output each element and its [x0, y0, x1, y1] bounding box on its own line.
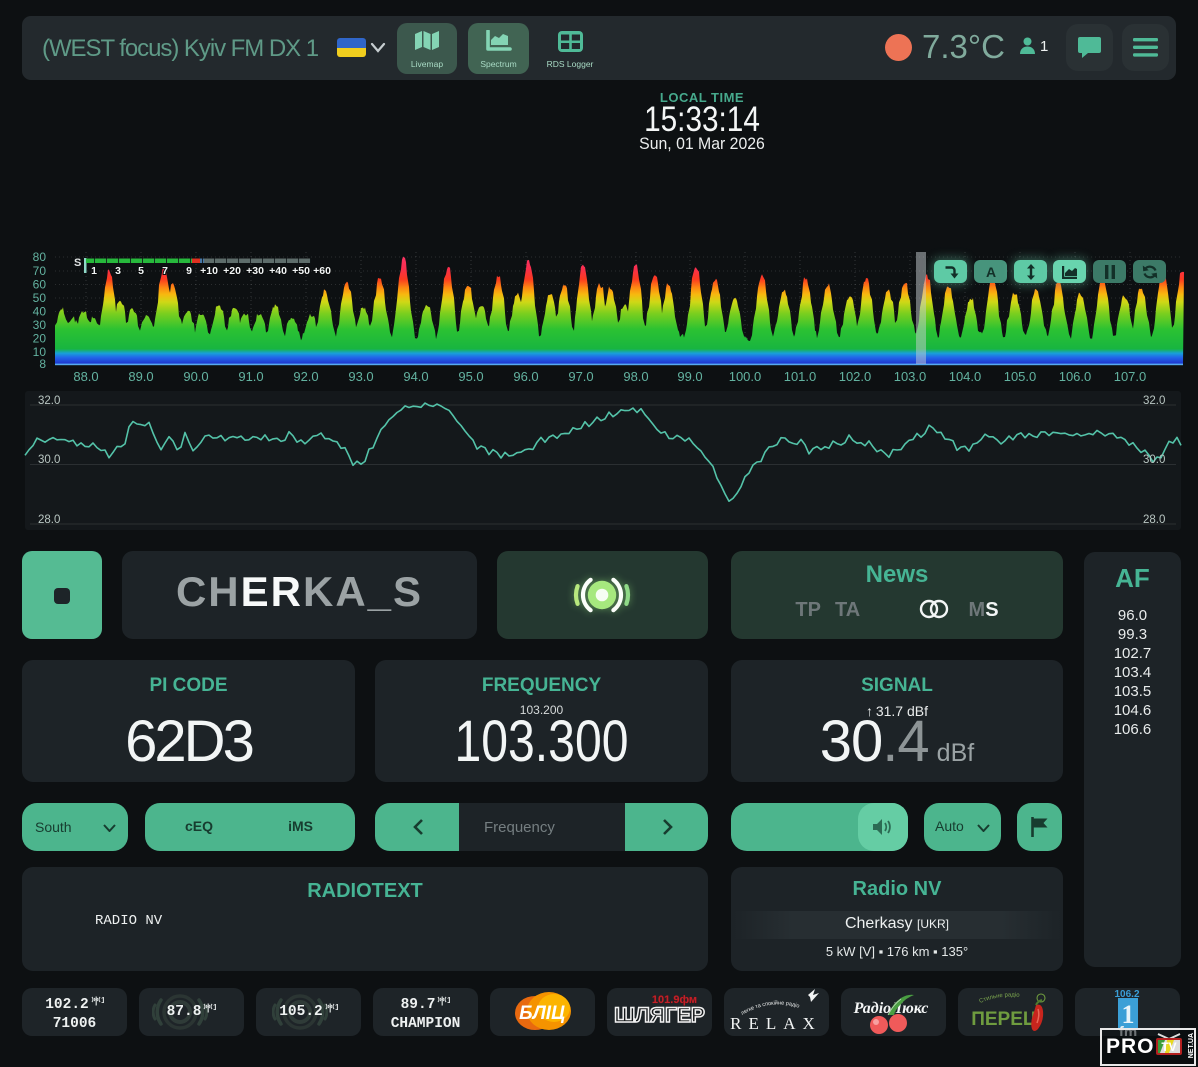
svg-text:103.0: 103.0 [894, 369, 927, 384]
svg-text:+20: +20 [223, 265, 241, 277]
svg-text:100.0: 100.0 [729, 369, 762, 384]
svg-text:50: 50 [33, 291, 47, 305]
svg-text:88.0: 88.0 [73, 369, 98, 384]
svg-text:RELAX: RELAX [730, 1014, 822, 1033]
svg-text:+50: +50 [292, 265, 310, 277]
svg-text:S: S [74, 257, 81, 269]
svg-text:1: 1 [91, 265, 97, 277]
svg-text:94.0: 94.0 [403, 369, 428, 384]
svg-text:40: 40 [33, 305, 47, 319]
svg-text:5: 5 [138, 265, 144, 277]
svg-text:97.0: 97.0 [568, 369, 593, 384]
svg-text:70: 70 [33, 264, 47, 278]
svg-text:Стильне радіо: Стильне радіо [979, 992, 1021, 1004]
svg-text:30: 30 [33, 318, 47, 332]
svg-text:БЛІЦ: БЛІЦ [519, 1003, 565, 1024]
svg-text:107.0: 107.0 [1114, 369, 1147, 384]
svg-text:101.0: 101.0 [784, 369, 817, 384]
svg-text:+40: +40 [269, 265, 287, 277]
svg-text:+60: +60 [313, 265, 331, 277]
svg-text:1: 1 [101, 996, 104, 1005]
svg-text:91.0: 91.0 [238, 369, 263, 384]
svg-text:60: 60 [33, 278, 47, 292]
svg-text:80: 80 [33, 250, 47, 264]
svg-text:98.0: 98.0 [623, 369, 648, 384]
svg-text:+30: +30 [246, 265, 264, 277]
svg-text:1: 1 [213, 1003, 216, 1012]
svg-text:93.0: 93.0 [348, 369, 373, 384]
svg-text:1: 1 [335, 1003, 338, 1012]
svg-text:89.0: 89.0 [128, 369, 153, 384]
svg-text:7: 7 [162, 265, 168, 277]
svg-text:92.0: 92.0 [293, 369, 318, 384]
svg-text:1: 1 [447, 996, 450, 1005]
svg-text:TV: TV [1161, 1040, 1176, 1054]
svg-text:+10: +10 [200, 265, 218, 277]
svg-text:ПЕРЕЦ: ПЕРЕЦ [971, 1009, 1037, 1030]
svg-text:102.0: 102.0 [839, 369, 872, 384]
svg-text:96.0: 96.0 [513, 369, 538, 384]
svg-text:32.0: 32.0 [1143, 395, 1165, 407]
svg-text:A: A [985, 265, 995, 279]
svg-text:106.0: 106.0 [1059, 369, 1092, 384]
svg-text:104.0: 104.0 [949, 369, 982, 384]
svg-text:3: 3 [115, 265, 121, 277]
svg-text:105.0: 105.0 [1004, 369, 1037, 384]
svg-text:28.0: 28.0 [38, 514, 60, 526]
svg-text:99.0: 99.0 [677, 369, 702, 384]
svg-text:28.0: 28.0 [1143, 514, 1165, 526]
svg-text:9: 9 [186, 265, 192, 277]
svg-text:30.0: 30.0 [38, 454, 60, 466]
svg-text:20: 20 [33, 332, 47, 346]
svg-text:8: 8 [39, 357, 46, 371]
svg-text:30.0: 30.0 [1143, 454, 1165, 466]
svg-text:32.0: 32.0 [38, 395, 60, 407]
svg-text:95.0: 95.0 [458, 369, 483, 384]
svg-text:90.0: 90.0 [183, 369, 208, 384]
